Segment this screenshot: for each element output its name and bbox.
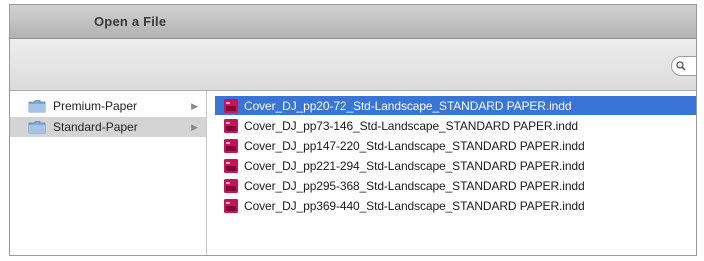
folder-column: Premium-Paper ▶ Standard-Paper ▶ bbox=[10, 91, 207, 255]
folder-label: Premium-Paper bbox=[53, 99, 138, 113]
indd-file-icon bbox=[224, 138, 238, 153]
file-item[interactable]: Cover_DJ_pp221-294_Std-Landscape_STANDAR… bbox=[215, 156, 696, 175]
indd-file-icon bbox=[224, 178, 238, 193]
file-item[interactable]: Cover_DJ_pp20-72_Std-Landscape_STANDARD … bbox=[215, 96, 696, 115]
chevron-right-icon: ▶ bbox=[191, 122, 198, 132]
file-name: Cover_DJ_pp369-440_Std-Landscape_STANDAR… bbox=[244, 198, 585, 213]
folder-icon bbox=[28, 121, 46, 134]
window-title: Open a File bbox=[94, 14, 167, 29]
folder-item-standard-paper[interactable]: Standard-Paper ▶ bbox=[10, 117, 206, 137]
folder-icon bbox=[28, 100, 46, 113]
file-column: Cover_DJ_pp20-72_Std-Landscape_STANDARD … bbox=[215, 91, 696, 255]
file-item[interactable]: Cover_DJ_pp295-368_Std-Landscape_STANDAR… bbox=[215, 176, 696, 195]
folder-label: Standard-Paper bbox=[53, 120, 138, 134]
file-item[interactable]: Cover_DJ_pp369-440_Std-Landscape_STANDAR… bbox=[215, 196, 696, 215]
search-icon bbox=[676, 61, 686, 71]
folder-item-premium-paper[interactable]: Premium-Paper ▶ bbox=[10, 96, 206, 116]
file-name: Cover_DJ_pp73-146_Std-Landscape_STANDARD… bbox=[244, 118, 578, 133]
file-name: Cover_DJ_pp221-294_Std-Landscape_STANDAR… bbox=[244, 158, 585, 173]
search-field[interactable] bbox=[671, 56, 696, 76]
file-name: Cover_DJ_pp147-220_Std-Landscape_STANDAR… bbox=[244, 138, 585, 153]
search-input[interactable] bbox=[686, 60, 696, 72]
open-file-dialog: Open a File Premium-Paper ▶ Standard-Pap… bbox=[9, 4, 697, 256]
chevron-right-icon: ▶ bbox=[191, 101, 198, 111]
toolbar bbox=[10, 39, 696, 91]
file-name: Cover_DJ_pp295-368_Std-Landscape_STANDAR… bbox=[244, 178, 585, 193]
file-item[interactable]: Cover_DJ_pp147-220_Std-Landscape_STANDAR… bbox=[215, 136, 696, 155]
indd-file-icon bbox=[224, 118, 238, 133]
indd-file-icon bbox=[224, 98, 238, 113]
file-item[interactable]: Cover_DJ_pp73-146_Std-Landscape_STANDARD… bbox=[215, 116, 696, 135]
indd-file-icon bbox=[224, 158, 238, 173]
title-bar[interactable]: Open a File bbox=[10, 5, 696, 39]
indd-file-icon bbox=[224, 198, 238, 213]
file-browser: Premium-Paper ▶ Standard-Paper ▶ Cover_D… bbox=[10, 91, 696, 255]
file-name: Cover_DJ_pp20-72_Std-Landscape_STANDARD … bbox=[244, 98, 572, 113]
